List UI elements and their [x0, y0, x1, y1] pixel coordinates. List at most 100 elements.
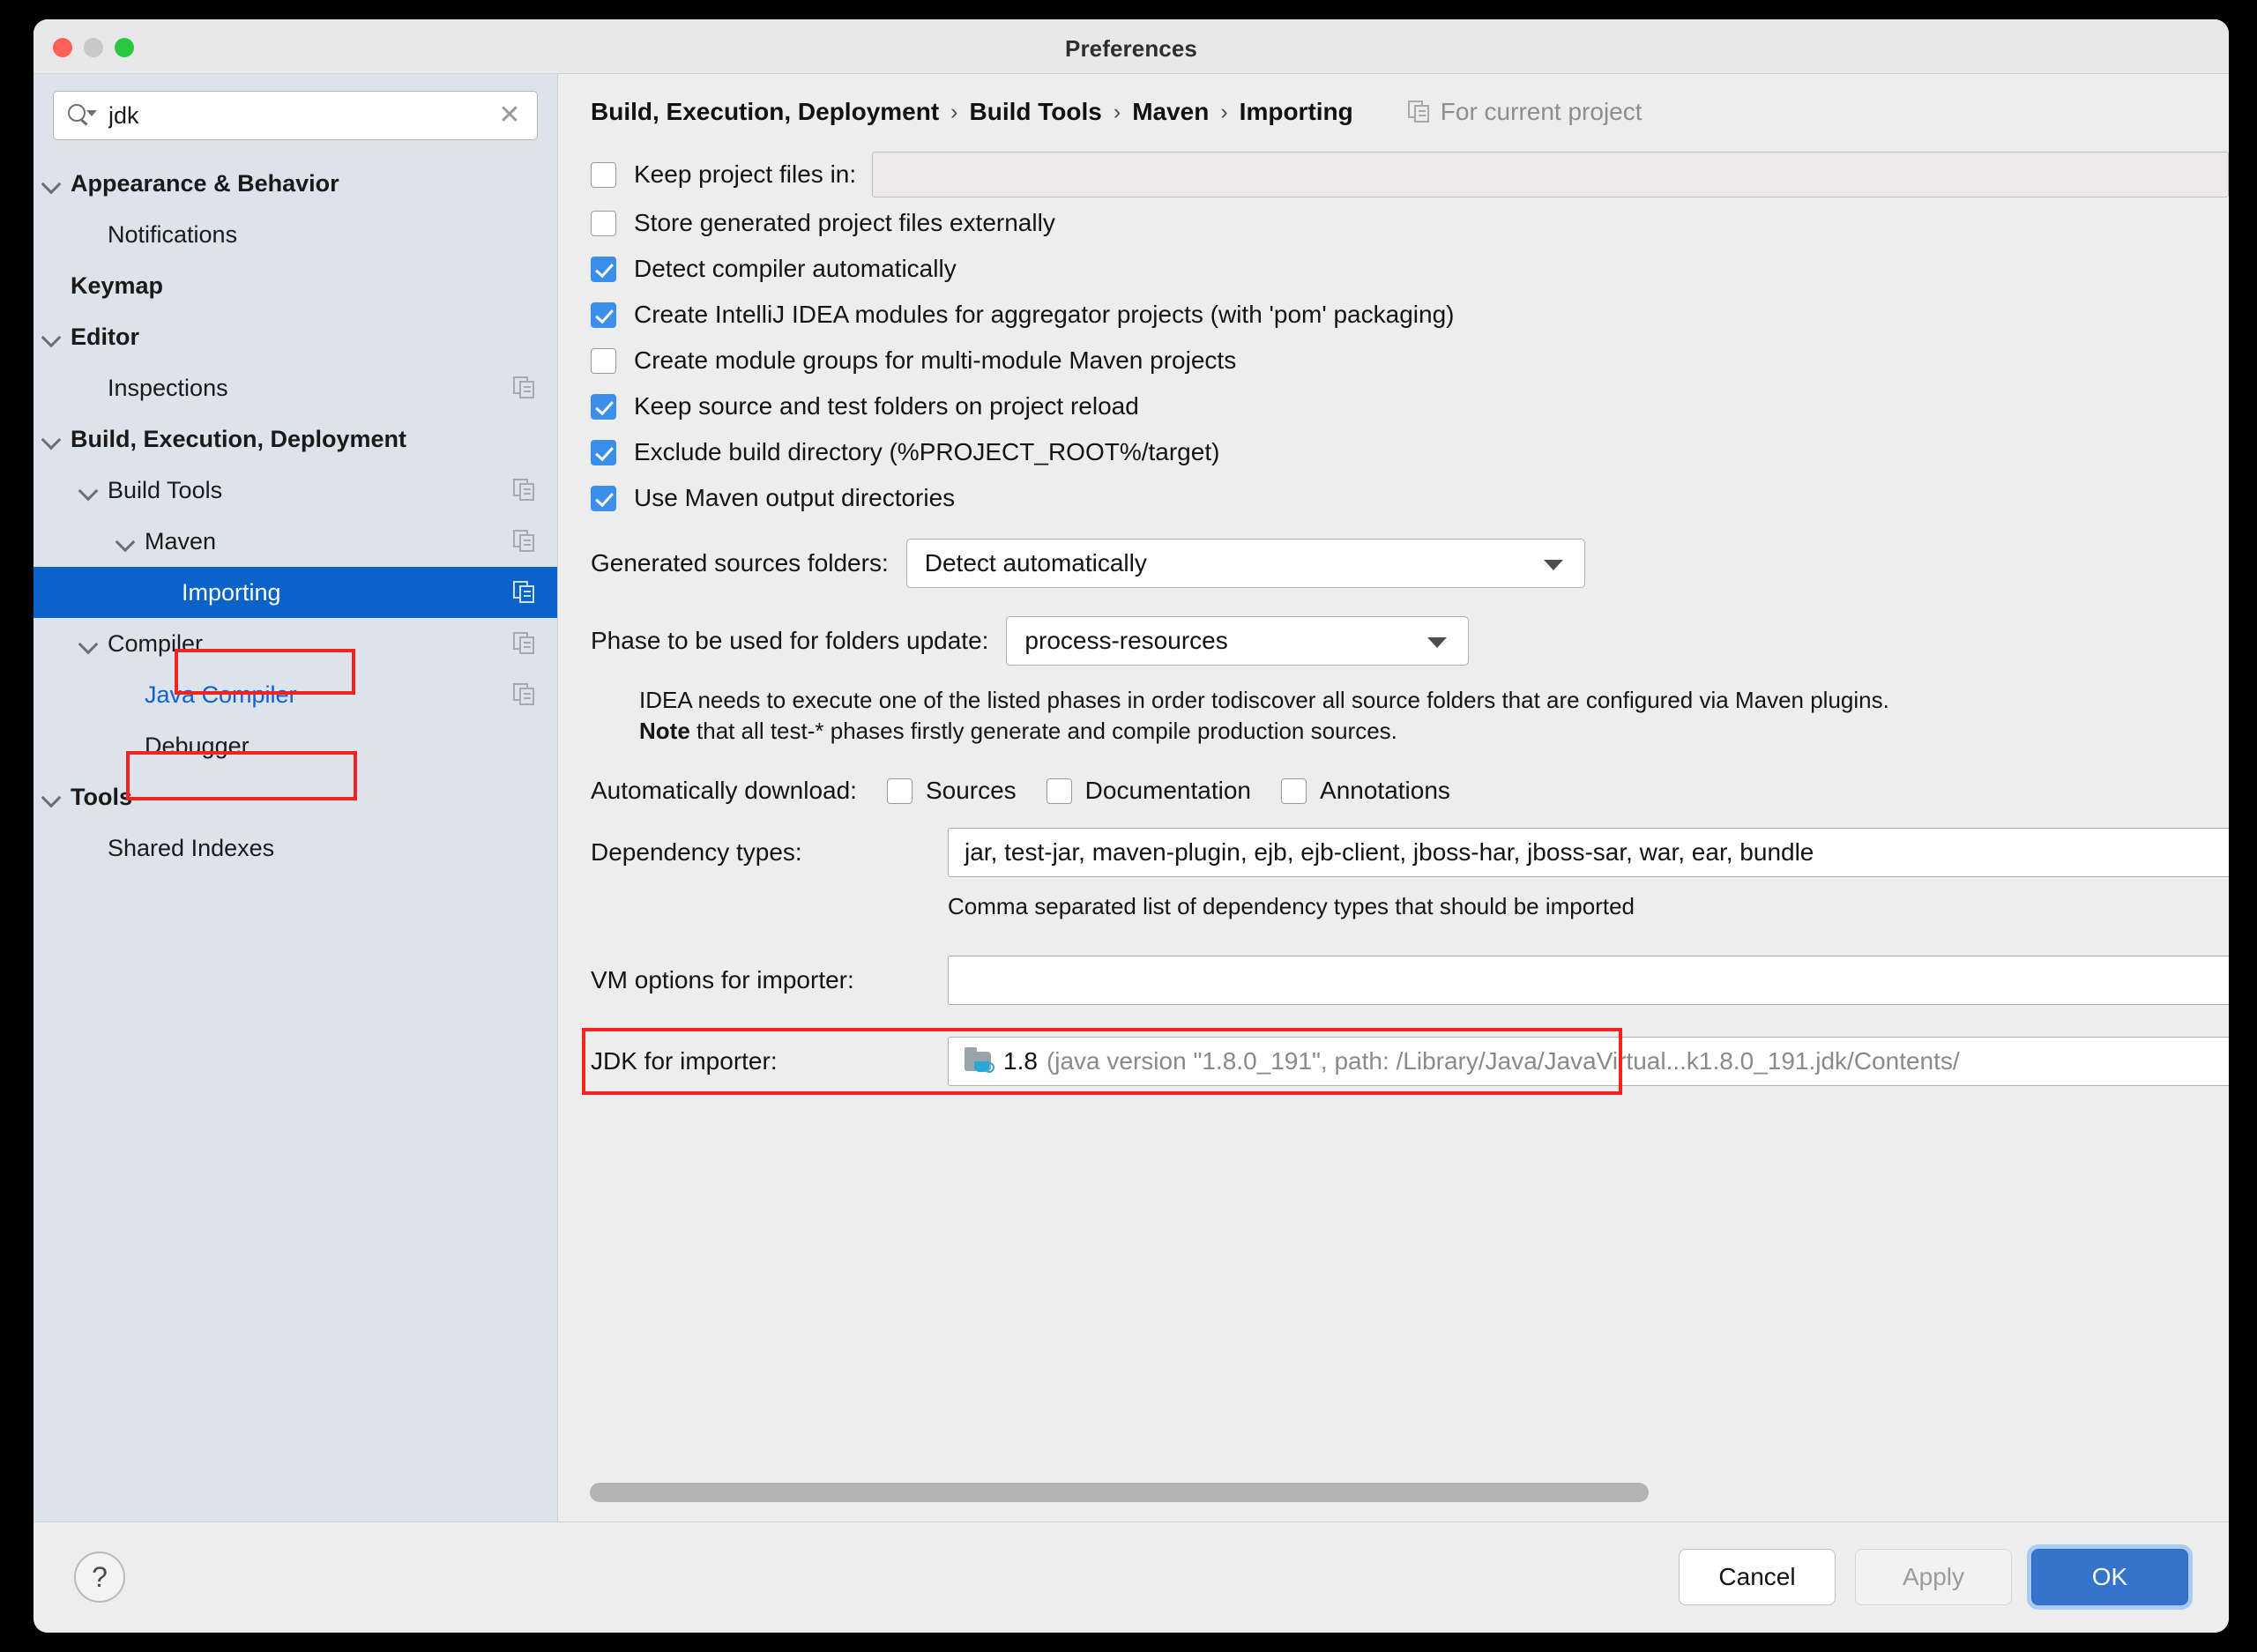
keep-project-files-checkbox[interactable] — [591, 161, 616, 188]
checkbox-row[interactable]: Exclude build directory (%PROJECT_ROOT%/… — [591, 429, 2229, 475]
breadcrumb-item-1[interactable]: Build Tools — [970, 98, 1102, 126]
checkbox-row[interactable]: Store generated project files externally — [591, 200, 2229, 246]
checkbox-documentation[interactable] — [1046, 778, 1072, 804]
project-scope-icon[interactable] — [513, 632, 536, 655]
chevron-down-icon — [1427, 637, 1448, 648]
clear-search-icon[interactable]: ✕ — [482, 102, 537, 129]
auto-download-options: Sources Documentation Annotations — [857, 777, 1450, 805]
project-scope-icon[interactable] — [513, 581, 536, 604]
sidebar-item-label: Debugger — [145, 732, 250, 759]
apply-button: Apply — [1855, 1549, 2012, 1605]
sidebar-item-debugger[interactable]: Debugger — [34, 720, 557, 771]
sidebar-item-label: Tools — [71, 783, 132, 810]
phase-note: IDEA needs to execute one of the listed … — [591, 685, 2229, 747]
project-scope-icon[interactable] — [513, 479, 536, 502]
checkbox-sources[interactable] — [886, 778, 912, 804]
keep-project-files-input[interactable] — [872, 152, 2229, 197]
sidebar-item-importing[interactable]: Importing — [34, 567, 557, 618]
jdk-importer-row: JDK for importer: 1.8 (java version "1.8… — [582, 1028, 2229, 1096]
breadcrumb-item-0[interactable]: Build, Execution, Deployment — [591, 98, 939, 126]
checkbox-create-intellij-idea-modules-for-aggrega[interactable] — [591, 301, 616, 328]
auto-download-label: Automatically download: — [591, 777, 857, 805]
checkbox-row[interactable]: Create module groups for multi-module Ma… — [591, 338, 2229, 383]
scrollbar-thumb[interactable] — [590, 1483, 1649, 1502]
sidebar-item-tools[interactable]: Tools — [34, 771, 557, 822]
importing-settings-panel: Keep project files in: Store generated p… — [558, 126, 2229, 1096]
content-horizontal-scrollbar[interactable] — [590, 1483, 2194, 1502]
search-box[interactable]: ✕ — [53, 91, 538, 140]
dependency-types-row: Dependency types: jar, test-jar, maven-p… — [591, 828, 2229, 878]
sidebar-item-label: Keymap — [71, 272, 164, 299]
phase-update-value: process-resources — [1024, 627, 1228, 654]
project-scope-icon[interactable] — [513, 683, 536, 706]
help-button[interactable]: ? — [74, 1552, 125, 1603]
chevron-down-icon[interactable] — [41, 172, 63, 195]
checkbox-create-module-groups-for-multi-module-ma[interactable] — [591, 347, 616, 374]
sidebar-item-shared-indexes[interactable]: Shared Indexes — [34, 822, 557, 874]
checkbox-exclude-build-directory-project-root-tar[interactable] — [591, 439, 616, 465]
dependency-types-input[interactable]: jar, test-jar, maven-plugin, ejb, ejb-cl… — [948, 828, 2229, 878]
checkbox-use-maven-output-directories[interactable] — [591, 485, 616, 511]
checkbox-row[interactable]: Create IntelliJ IDEA modules for aggrega… — [591, 292, 2229, 338]
phase-note-line2: Note that all test-* phases firstly gene… — [639, 716, 2229, 747]
chevron-down-icon[interactable] — [78, 632, 101, 655]
sidebar-item-notifications[interactable]: Notifications — [34, 209, 557, 260]
search-area: ✕ — [34, 74, 557, 140]
ok-button[interactable]: OK — [2031, 1549, 2188, 1605]
sidebar-item-java-compiler[interactable]: Java Compiler — [34, 669, 557, 720]
settings-tree: Appearance & Behavior Notifications Keymap… — [34, 158, 557, 874]
search-input[interactable] — [108, 101, 482, 130]
checkbox-label: Use Maven output directories — [634, 484, 956, 511]
breadcrumb-item-2[interactable]: Maven — [1132, 98, 1209, 126]
sidebar-item-label: Inspections — [108, 374, 228, 401]
breadcrumb-separator: › — [950, 99, 958, 124]
preferences-window: Preferences ✕ Appearance & Behavior Notif… — [34, 19, 2229, 1633]
checkbox-row[interactable]: Keep source and test folders on project … — [591, 383, 2229, 429]
jdk-importer-version: 1.8 — [1003, 1047, 1038, 1075]
sidebar-item-build-execution-deployment[interactable]: Build, Execution, Deployment — [34, 413, 557, 465]
checkbox-keep-source-and-test-folders-on-project-[interactable] — [591, 393, 616, 420]
sidebar-item-build-tools[interactable]: Build Tools — [34, 465, 557, 516]
jdk-importer-select[interactable]: 1.8 (java version "1.8.0_191", path: /Li… — [948, 1037, 2229, 1087]
vm-options-input[interactable] — [948, 956, 2229, 1006]
checkbox-store-generated-project-files-externally[interactable] — [591, 210, 616, 236]
checkbox-annotations[interactable] — [1281, 778, 1307, 804]
auto-download-row: Automatically download: Sources Documenta… — [591, 777, 2229, 805]
chevron-down-icon[interactable] — [115, 530, 138, 553]
sidebar-item-appearance-behavior[interactable]: Appearance & Behavior — [34, 158, 557, 209]
chevron-down-icon[interactable] — [78, 479, 101, 502]
window-title: Preferences — [1065, 35, 1197, 62]
sidebar-item-label: Editor — [71, 323, 139, 350]
sidebar-item-label: Java Compiler — [145, 681, 297, 708]
checkbox-row[interactable]: Use Maven output directories — [591, 475, 2229, 521]
auto-download-option[interactable]: Documentation — [1046, 777, 1251, 805]
auto-download-option[interactable]: Annotations — [1281, 777, 1450, 805]
chevron-down-icon[interactable] — [41, 785, 63, 808]
auto-download-option[interactable]: Sources — [886, 777, 1017, 805]
sidebar-item-compiler[interactable]: Compiler — [34, 618, 557, 669]
project-scope-icon[interactable] — [513, 530, 536, 553]
sidebar-item-keymap[interactable]: Keymap — [34, 260, 557, 311]
sidebar-item-inspections[interactable]: Inspections — [34, 362, 557, 413]
jdk-importer-label: JDK for importer: — [591, 1047, 778, 1075]
auto-download-option-label: Annotations — [1320, 777, 1450, 805]
phase-update-select[interactable]: process-resources — [1006, 616, 1470, 666]
breadcrumb-item-3[interactable]: Importing — [1240, 98, 1353, 126]
keep-project-files-row: Keep project files in: — [591, 149, 2229, 200]
sidebar-item-maven[interactable]: Maven — [34, 516, 557, 567]
keep-project-files-label: Keep project files in: — [634, 160, 857, 188]
generated-sources-select[interactable]: Detect automatically — [905, 539, 1585, 588]
cancel-button[interactable]: Cancel — [1679, 1549, 1836, 1605]
sidebar-item-editor[interactable]: Editor — [34, 311, 557, 362]
search-icon[interactable] — [54, 104, 108, 127]
project-scope-icon[interactable] — [513, 376, 536, 399]
checkbox-label: Create IntelliJ IDEA modules for aggrega… — [634, 301, 1455, 328]
chevron-down-icon[interactable] — [41, 428, 63, 450]
sidebar-item-label: Appearance & Behavior — [71, 169, 339, 197]
checkbox-detect-compiler-automatically[interactable] — [591, 256, 616, 282]
checkbox-row[interactable]: Detect compiler automatically — [591, 246, 2229, 292]
checkbox-label: Store generated project files externally — [634, 209, 1055, 236]
chevron-down-icon[interactable] — [41, 325, 63, 348]
breadcrumb: Build, Execution, Deployment › Build Too… — [558, 74, 2229, 126]
checkbox-list: Store generated project files externally… — [591, 200, 2229, 521]
